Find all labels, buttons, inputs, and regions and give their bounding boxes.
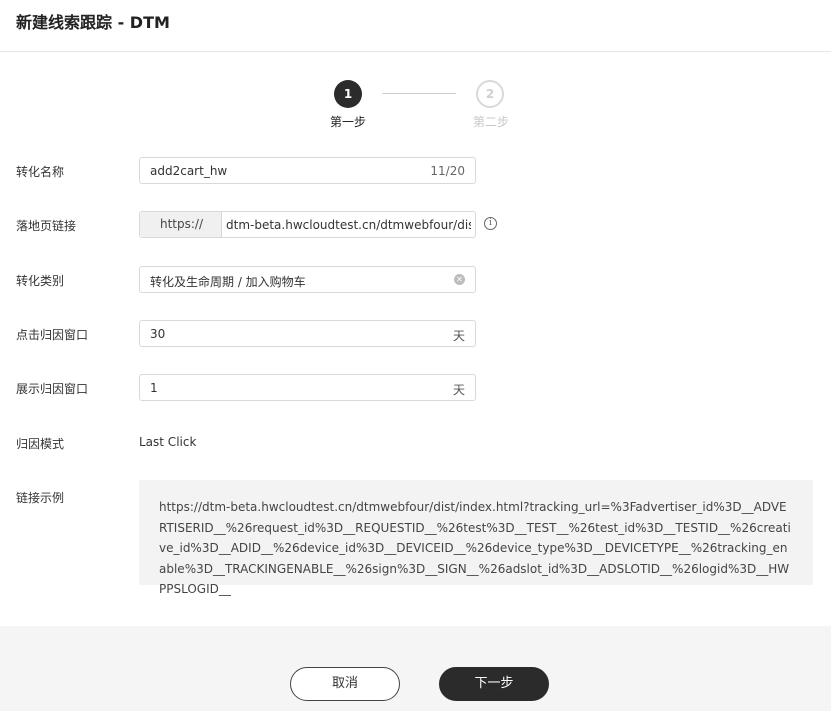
click-window-unit: 天 xyxy=(452,329,465,343)
attribution-mode-value: Last Click xyxy=(139,435,197,449)
impression-window-field[interactable]: 天 xyxy=(139,374,476,401)
conversion-type-label: 转化类别 xyxy=(16,274,65,288)
page-title: 新建线索跟踪 - DTM xyxy=(16,13,170,32)
conversion-type-select[interactable]: 转化及生命周期 / 加入购物车 ✕ xyxy=(139,266,476,293)
landing-page-label: 落地页链接 xyxy=(16,219,77,233)
info-icon[interactable]: i xyxy=(484,217,497,230)
link-example-label: 链接示例 xyxy=(16,491,65,505)
click-window-input[interactable] xyxy=(150,326,430,342)
page-header: 新建线索跟踪 - DTM xyxy=(0,0,831,52)
landing-page-input[interactable]: dtm-beta.hwcloudtest.cn/dtmwebfour/dist/… xyxy=(226,218,471,232)
step-2-label: 第二步 xyxy=(473,115,510,129)
conversion-name-field[interactable]: 11/20 xyxy=(139,157,476,184)
step-2-indicator: 2 xyxy=(476,80,504,108)
attribution-mode-label: 归因模式 xyxy=(16,437,65,451)
conversion-name-input[interactable] xyxy=(150,163,420,179)
impression-window-unit: 天 xyxy=(452,383,465,397)
footer-bar xyxy=(0,626,831,711)
cancel-button[interactable]: 取消 xyxy=(290,667,400,701)
conversion-type-value: 转化及生命周期 / 加入购物车 xyxy=(150,275,306,289)
click-window-label: 点击归因窗口 xyxy=(16,328,89,342)
step-1-indicator: 1 xyxy=(334,80,362,108)
next-step-button[interactable]: 下一步 xyxy=(439,667,549,701)
click-window-field[interactable]: 天 xyxy=(139,320,476,347)
impression-window-input[interactable] xyxy=(150,380,430,396)
protocol-prefix: https:// xyxy=(140,212,222,237)
link-example-box: https://dtm-beta.hwcloudtest.cn/dtmwebfo… xyxy=(139,480,813,596)
char-counter: 11/20 xyxy=(430,164,465,178)
landing-page-field[interactable]: https:// dtm-beta.hwcloudtest.cn/dtmwebf… xyxy=(139,211,476,238)
clear-icon[interactable]: ✕ xyxy=(454,274,465,285)
step-connector xyxy=(382,93,456,94)
impression-window-label: 展示归因窗口 xyxy=(16,382,89,396)
conversion-name-label: 转化名称 xyxy=(16,165,65,179)
step-1-label: 第一步 xyxy=(330,115,367,129)
